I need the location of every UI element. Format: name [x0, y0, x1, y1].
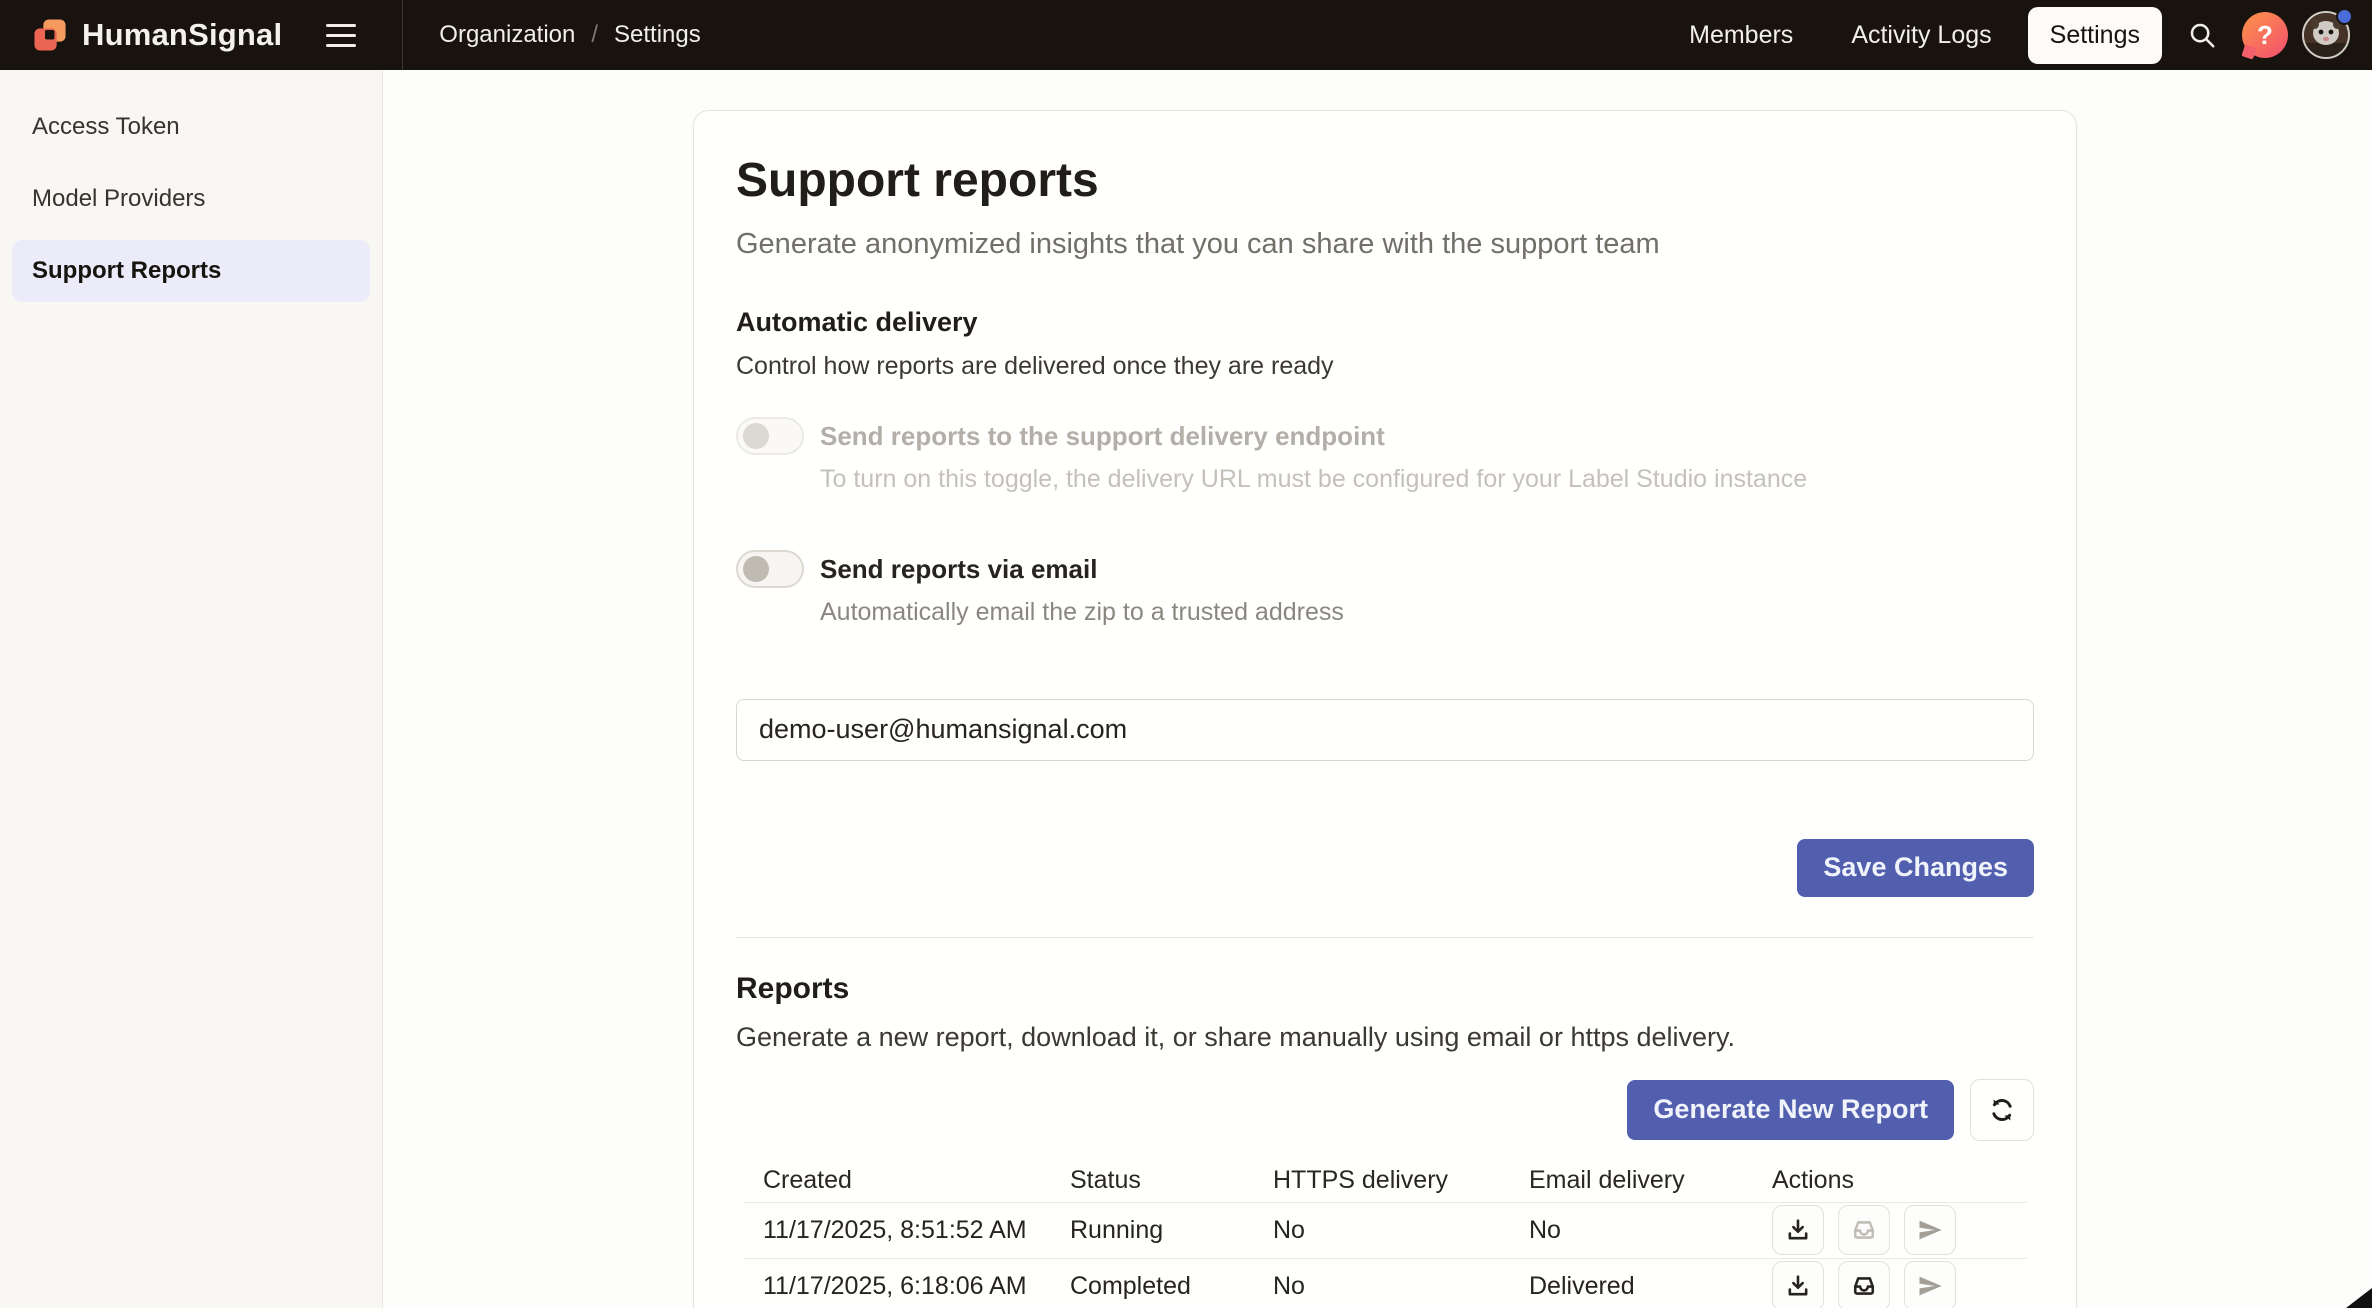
col-https-delivery: HTTPS delivery: [1253, 1166, 1509, 1195]
breadcrumb-organization[interactable]: Organization: [439, 21, 575, 49]
header-divider: [402, 0, 403, 70]
help-question-icon: ?: [2257, 20, 2273, 51]
automatic-delivery-heading: Automatic delivery: [736, 307, 2034, 338]
col-actions: Actions: [1752, 1166, 2027, 1195]
breadcrumb-separator: /: [591, 21, 598, 49]
mouse-cursor: [2346, 1288, 2372, 1308]
sidebar-item-model-providers[interactable]: Model Providers: [12, 168, 370, 230]
cell-created: 11/17/2025, 6:18:06 AM: [743, 1272, 1050, 1301]
cell-email-delivery: Delivered: [1509, 1272, 1752, 1301]
col-email-delivery: Email delivery: [1509, 1166, 1752, 1195]
refresh-reports-button[interactable]: [1970, 1079, 2034, 1141]
support-endpoint-toggle-label: Send reports to the support delivery end…: [820, 417, 1807, 455]
cell-status: Running: [1050, 1216, 1253, 1245]
page-subtitle: Generate anonymized insights that you ca…: [736, 228, 2034, 261]
reports-actions-row: Generate New Report: [736, 1079, 2034, 1141]
reports-description: Generate a new report, download it, or s…: [736, 1022, 2034, 1053]
reports-heading: Reports: [736, 972, 2034, 1006]
breadcrumb: Organization / Settings: [439, 21, 700, 49]
sidebar-item-support-reports[interactable]: Support Reports: [12, 240, 370, 302]
settings-sidebar: Access Token Model Providers Support Rep…: [0, 70, 383, 1308]
section-divider: [736, 937, 2034, 938]
send-report-button: [1904, 1205, 1956, 1255]
search-button[interactable]: [2176, 9, 2228, 61]
cell-actions: [1752, 1205, 2027, 1255]
cell-email-delivery: No: [1509, 1216, 1752, 1245]
app-screen: HumanSignal Organization / Settings Memb…: [0, 0, 2372, 1308]
presence-badge: [2336, 8, 2353, 25]
send-icon: [1916, 1272, 1944, 1300]
inbox-icon: [1850, 1216, 1878, 1244]
user-avatar[interactable]: [2302, 11, 2350, 59]
send-report-button: [1904, 1261, 1956, 1308]
reports-table: Created Status HTTPS delivery Email deli…: [743, 1159, 2027, 1308]
brand-logo-text: HumanSignal: [82, 17, 282, 53]
breadcrumb-settings[interactable]: Settings: [614, 21, 701, 49]
reports-table-header: Created Status HTTPS delivery Email deli…: [743, 1159, 2027, 1203]
download-report-button[interactable]: [1772, 1261, 1824, 1308]
nav-settings[interactable]: Settings: [2028, 7, 2162, 64]
support-endpoint-toggle: [736, 417, 804, 455]
col-created: Created: [743, 1166, 1050, 1195]
table-row: 11/17/2025, 8:51:52 AM Running No No: [743, 1203, 2027, 1259]
top-bar: HumanSignal Organization / Settings Memb…: [0, 0, 2372, 70]
download-icon: [1784, 1272, 1812, 1300]
brand-logo: HumanSignal: [30, 15, 282, 55]
cell-status: Completed: [1050, 1272, 1253, 1301]
cell-actions: [1752, 1261, 2027, 1308]
nav-activity-logs[interactable]: Activity Logs: [1829, 7, 2013, 64]
download-icon: [1784, 1216, 1812, 1244]
generate-new-report-button[interactable]: Generate New Report: [1627, 1080, 1954, 1140]
sidebar-item-access-token[interactable]: Access Token: [12, 96, 370, 158]
cell-created: 11/17/2025, 8:51:52 AM: [743, 1216, 1050, 1245]
help-button[interactable]: ?: [2242, 12, 2288, 58]
automatic-delivery-description: Control how reports are delivered once t…: [736, 352, 2034, 381]
refresh-icon: [1987, 1095, 2017, 1125]
support-reports-card: Support reports Generate anonymized insi…: [693, 110, 2077, 1308]
hamburger-icon: [326, 24, 356, 27]
cell-https-delivery: No: [1253, 1216, 1509, 1245]
search-icon: [2187, 20, 2217, 50]
page-title: Support reports: [736, 155, 2034, 208]
toggle-knob: [743, 556, 769, 582]
download-report-button[interactable]: [1772, 1205, 1824, 1255]
cell-https-delivery: No: [1253, 1272, 1509, 1301]
support-endpoint-toggle-helper: To turn on this toggle, the delivery URL…: [820, 465, 1807, 494]
toggle-row-email: Send reports via email Automatically ema…: [736, 550, 2034, 627]
email-report-button: [1838, 1205, 1890, 1255]
trusted-email-input[interactable]: [736, 699, 2034, 761]
toggle-knob: [743, 423, 769, 449]
save-changes-button[interactable]: Save Changes: [1797, 839, 2034, 897]
toggle-row-support-endpoint: Send reports to the support delivery end…: [736, 417, 2034, 494]
inbox-icon: [1850, 1272, 1878, 1300]
email-reports-toggle-helper: Automatically email the zip to a trusted…: [820, 598, 1344, 627]
col-status: Status: [1050, 1166, 1253, 1195]
brand-logo-icon: [30, 15, 70, 55]
send-icon: [1916, 1216, 1944, 1244]
main-content: Support reports Generate anonymized insi…: [383, 70, 2372, 1308]
save-row: Save Changes: [736, 839, 2034, 897]
hamburger-menu-button[interactable]: [326, 13, 370, 57]
header-nav: Members Activity Logs Settings ?: [1667, 7, 2350, 64]
nav-members[interactable]: Members: [1667, 7, 1815, 64]
email-report-button[interactable]: [1838, 1261, 1890, 1308]
table-row: 11/17/2025, 6:18:06 AM Completed No Deli…: [743, 1259, 2027, 1308]
email-reports-toggle-label: Send reports via email: [820, 550, 1344, 588]
email-reports-toggle[interactable]: [736, 550, 804, 588]
